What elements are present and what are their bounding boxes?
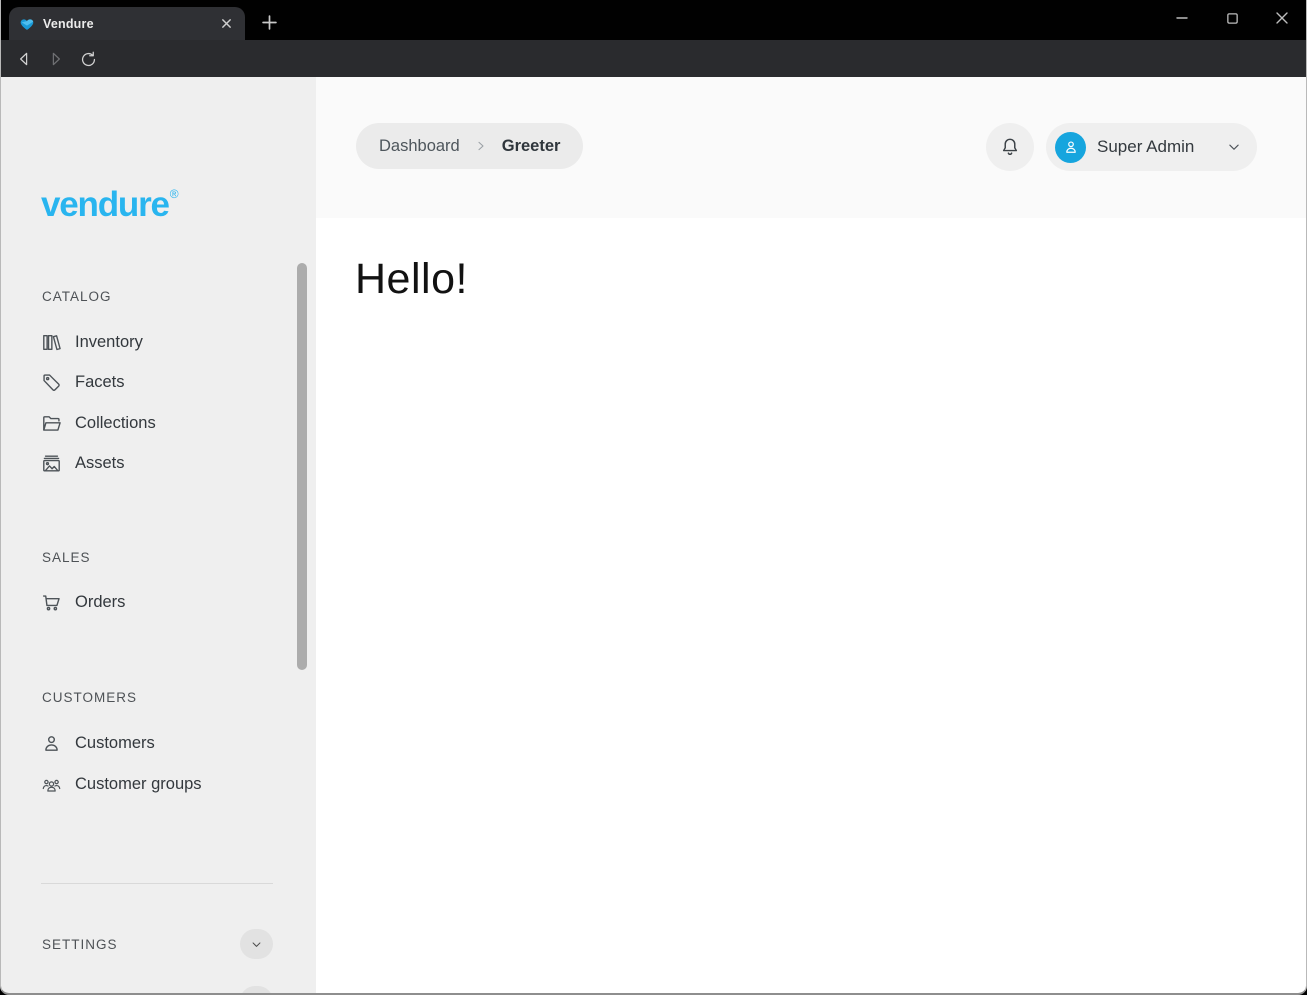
user-name: Super Admin <box>1097 137 1214 157</box>
sidebar: vendure® CATALOG Inventory <box>1 77 316 993</box>
sidebar-section-system: SYSTEM <box>42 984 273 995</box>
maximize-button[interactable] <box>1218 4 1246 32</box>
tag-icon <box>41 372 62 393</box>
sidebar-item-customer-groups[interactable]: Customer groups <box>41 764 273 804</box>
vendure-logo[interactable]: vendure® <box>41 185 177 225</box>
system-expand-button[interactable] <box>240 986 273 995</box>
section-label-catalog: CATALOG <box>42 289 112 304</box>
back-button[interactable] <box>11 46 37 72</box>
sidebar-item-facets[interactable]: Facets <box>41 362 273 402</box>
section-label-sales: SALES <box>42 550 91 565</box>
tab-strip: Vendure <box>1 0 1306 40</box>
image-icon <box>41 453 62 474</box>
sidebar-item-label: Customer groups <box>75 775 202 794</box>
sidebar-divider <box>41 883 273 884</box>
chevron-down-icon <box>1225 138 1243 156</box>
sidebar-item-collections[interactable]: Collections <box>41 403 273 443</box>
chevron-right-icon <box>473 138 489 154</box>
bell-icon <box>999 136 1021 158</box>
user-menu-button[interactable]: Super Admin <box>1046 123 1257 171</box>
sidebar-item-label: Assets <box>75 454 125 473</box>
vendure-admin-app: vendure® CATALOG Inventory <box>1 77 1306 993</box>
sidebar-section-settings: SETTINGS <box>42 927 273 961</box>
folder-open-icon <box>41 413 62 434</box>
forward-button[interactable] <box>43 46 69 72</box>
breadcrumb: Dashboard Greeter <box>356 123 583 169</box>
users-group-icon <box>41 774 62 795</box>
close-button[interactable] <box>1268 4 1296 32</box>
shopping-cart-icon <box>41 592 62 613</box>
sidebar-item-inventory[interactable]: Inventory <box>41 322 273 362</box>
main-area: Dashboard Greeter <box>316 77 1306 993</box>
browser-window: Vendure <box>0 0 1307 995</box>
sidebar-item-assets[interactable]: Assets <box>41 443 273 483</box>
new-tab-button[interactable] <box>257 10 281 34</box>
sidebar-item-label: Inventory <box>75 333 143 352</box>
vendure-logo-text: vendure <box>41 185 169 224</box>
section-label-settings: SETTINGS <box>42 937 118 952</box>
minimize-button[interactable] <box>1168 4 1196 32</box>
vendure-favicon-icon <box>19 16 35 32</box>
library-icon <box>41 332 62 353</box>
tab-title: Vendure <box>43 17 209 31</box>
user-avatar <box>1055 132 1086 163</box>
sidebar-item-customers[interactable]: Customers <box>41 723 273 763</box>
sidebar-scrollbar[interactable] <box>297 263 307 670</box>
notifications-button[interactable] <box>986 123 1034 171</box>
registered-mark: ® <box>170 187 178 201</box>
browser-toolbar: ! localhost:3000/admin/extensions/greet <box>1 40 1306 77</box>
sidebar-item-label: Facets <box>75 373 125 392</box>
settings-expand-button[interactable] <box>240 929 273 959</box>
sidebar-item-label: Customers <box>75 734 155 753</box>
reload-button[interactable] <box>75 46 101 72</box>
sidebar-item-label: Collections <box>75 414 156 433</box>
window-controls <box>1168 4 1296 32</box>
breadcrumb-dashboard[interactable]: Dashboard <box>379 137 460 156</box>
page-header: Dashboard Greeter <box>316 77 1306 218</box>
breadcrumb-greeter: Greeter <box>502 137 561 156</box>
greeting-text: Hello! <box>355 255 468 304</box>
user-icon <box>1062 138 1080 156</box>
tab-close-icon[interactable] <box>217 15 235 33</box>
sidebar-item-orders[interactable]: Orders <box>41 582 273 622</box>
browser-tab[interactable]: Vendure <box>9 7 245 40</box>
user-icon <box>41 733 62 754</box>
section-label-customers: CUSTOMERS <box>42 690 137 705</box>
chevron-down-icon <box>249 937 264 952</box>
sidebar-item-label: Orders <box>75 593 125 612</box>
